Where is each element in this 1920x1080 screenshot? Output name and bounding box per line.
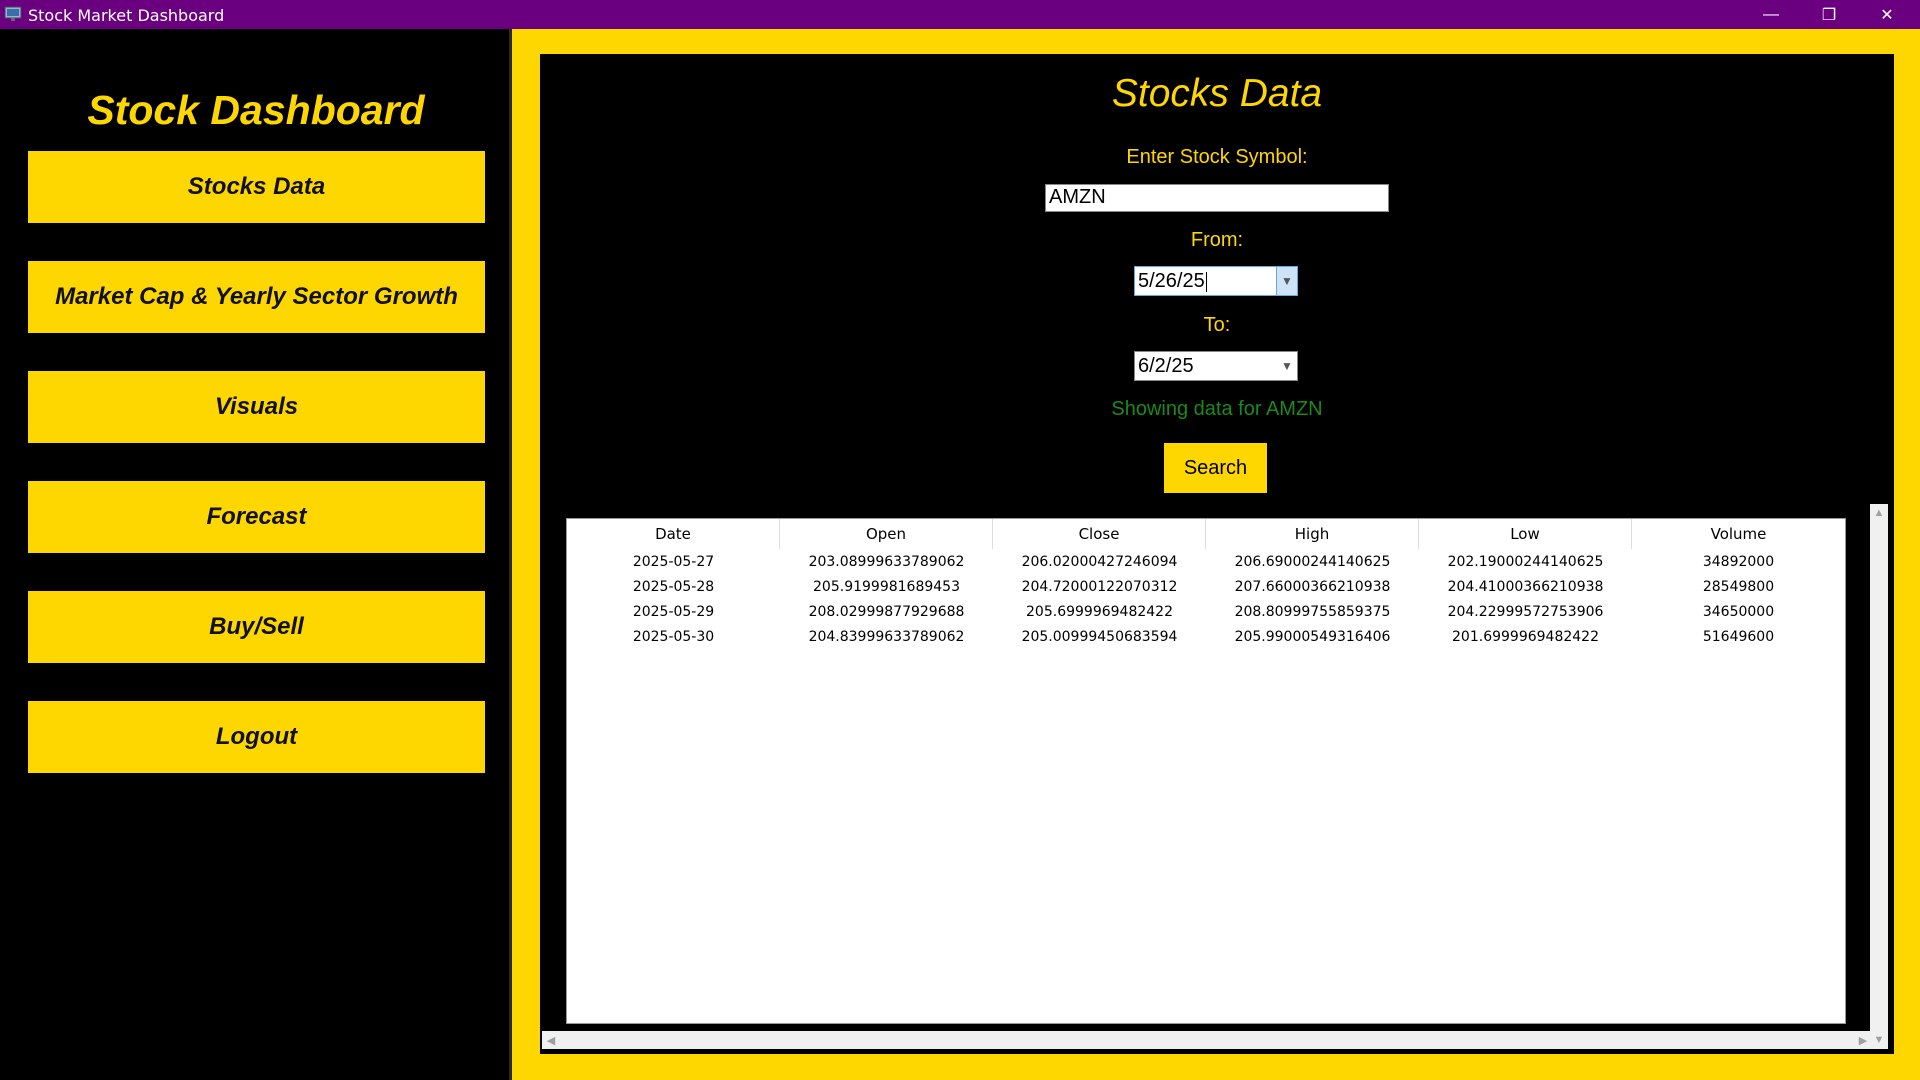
cell-high: 206.69000244140625 [1234,553,1391,570]
column-header-volume[interactable]: Volume [1632,519,1845,549]
cell-low: 201.6999969482422 [1452,628,1599,645]
monitor-icon [4,6,22,21]
status-text: Showing data for AMZN [1111,398,1323,420]
cell-high: 207.66000366210938 [1234,578,1391,595]
cell-close: 204.72000122070312 [1021,578,1178,595]
chevron-down-icon[interactable]: ▼ [1277,352,1297,380]
scroll-up-icon[interactable]: ▲ [1870,504,1888,522]
symbol-input[interactable]: AMZN [1045,184,1389,212]
data-table[interactable]: Date Open Close High Low Volume 2025-05-… [566,518,1846,1024]
minimize-icon[interactable]: — [1742,0,1800,29]
cell-low: 202.19000244140625 [1447,553,1604,570]
symbol-label: Enter Stock Symbol: [1126,146,1308,168]
from-date-value: 5/26/25 [1138,270,1205,292]
cell-close: 206.02000427246094 [1021,553,1178,570]
sidebar-item-buy-sell[interactable]: Buy/Sell [28,591,485,663]
vertical-scrollbar[interactable]: ▲ ▼ [1870,504,1888,1049]
cell-open: 204.83999633789062 [808,628,965,645]
cell-high: 208.80999755859375 [1234,603,1391,620]
column-header-high[interactable]: High [1206,519,1419,549]
sidebar-item-market-cap[interactable]: Market Cap & Yearly Sector Growth [28,261,485,333]
cell-date: 2025-05-27 [632,553,715,570]
column-header-date[interactable]: Date [567,519,780,549]
cell-open: 208.02999877929688 [808,603,965,620]
text-caret [1205,271,1207,292]
page-title: Stocks Data [1111,72,1323,115]
chevron-down-icon[interactable]: ▼ [1276,267,1297,295]
sidebar-item-logout[interactable]: Logout [28,701,485,773]
cell-low: 204.22999572753906 [1447,603,1604,620]
cell-volume: 28549800 [1702,578,1775,595]
restore-icon[interactable]: ❐ [1800,0,1858,29]
scroll-right-icon[interactable]: ▶ [1854,1031,1872,1049]
to-date-value: 6/2/25 [1138,355,1194,377]
table-row[interactable]: 2025-05-27 203.08999633789062 206.020004… [567,549,1845,574]
cell-volume: 34650000 [1702,603,1775,620]
column-header-low[interactable]: Low [1419,519,1632,549]
cell-close: 205.00999450683594 [1021,628,1178,645]
sidebar-item-visuals[interactable]: Visuals [28,371,485,443]
window-titlebar: Stock Market Dashboard — ❐ ✕ [0,0,1920,29]
sidebar-title: Stock Dashboard [87,87,425,133]
cell-close: 205.6999969482422 [1026,603,1173,620]
scroll-left-icon[interactable]: ◀ [542,1031,560,1049]
sidebar: Stock Dashboard Stocks Data Market Cap &… [0,29,512,1080]
main-content: Stocks Data Enter Stock Symbol: AMZN Fro… [540,54,1894,1054]
table-row[interactable]: 2025-05-28 205.9199981689453 204.7200012… [567,574,1845,599]
cell-volume: 51649600 [1702,628,1775,645]
table-row[interactable]: 2025-05-29 208.02999877929688 205.699996… [567,599,1845,624]
cell-date: 2025-05-30 [632,628,715,645]
table-header: Date Open Close High Low Volume [567,519,1845,549]
to-date-picker[interactable]: 6/2/25 ▼ [1134,351,1298,381]
cell-date: 2025-05-29 [632,603,715,620]
symbol-input-value: AMZN [1049,186,1106,208]
cell-low: 204.41000366210938 [1447,578,1604,595]
column-header-close[interactable]: Close [993,519,1206,549]
table-row[interactable]: 2025-05-30 204.83999633789062 205.009994… [567,624,1845,649]
cell-open: 205.9199981689453 [813,578,960,595]
cell-date: 2025-05-28 [632,578,715,595]
sidebar-item-stocks-data[interactable]: Stocks Data [28,151,485,223]
sidebar-item-forecast[interactable]: Forecast [28,481,485,553]
search-button[interactable]: Search [1164,443,1267,493]
to-label: To: [1203,314,1231,336]
horizontal-scrollbar[interactable]: ◀ ▶ [542,1031,1872,1049]
scroll-down-icon[interactable]: ▼ [1870,1031,1888,1049]
close-icon[interactable]: ✕ [1858,0,1916,29]
from-date-picker[interactable]: 5/26/25 ▼ [1134,266,1298,296]
cell-open: 203.08999633789062 [808,553,965,570]
window-title: Stock Market Dashboard [28,6,225,25]
cell-high: 205.99000549316406 [1234,628,1391,645]
cell-volume: 34892000 [1702,553,1775,570]
column-header-open[interactable]: Open [780,519,993,549]
from-label: From: [1190,229,1244,251]
